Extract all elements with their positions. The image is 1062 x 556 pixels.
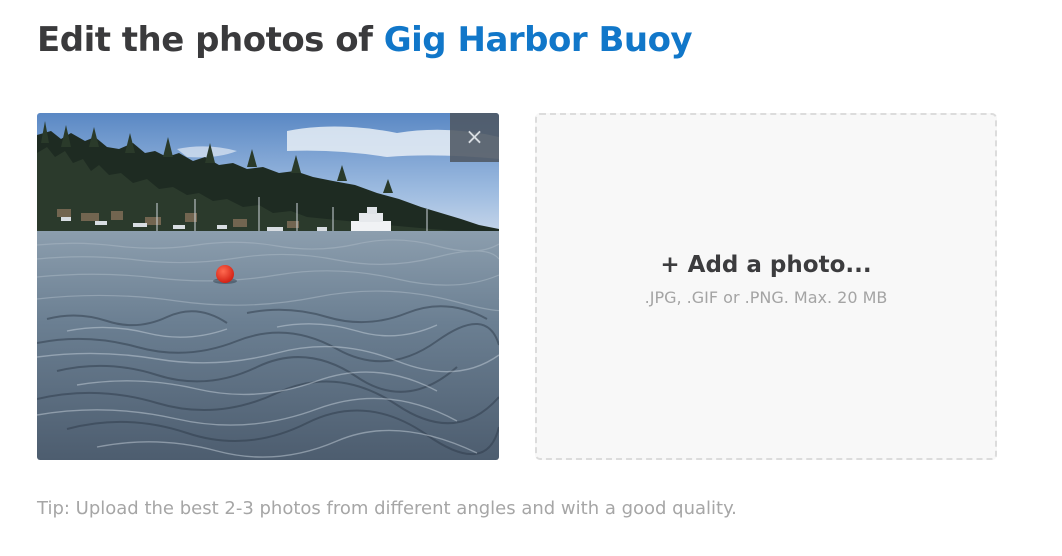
place-name-link[interactable]: Gig Harbor Buoy <box>384 20 693 60</box>
page-title: Edit the photos of Gig Harbor Buoy <box>37 20 693 60</box>
add-photo-dropzone[interactable]: + Add a photo... .JPG, .GIF or .PNG. Max… <box>535 113 997 460</box>
upload-tip: Tip: Upload the best 2-3 photos from dif… <box>37 498 737 519</box>
photo-card: × <box>37 113 499 460</box>
file-format-hint: .JPG, .GIF or .PNG. Max. 20 MB <box>644 288 888 307</box>
add-photo-label: + Add a photo... <box>660 252 872 278</box>
close-icon: × <box>465 125 484 150</box>
buoy <box>216 265 234 283</box>
remove-photo-button[interactable]: × <box>450 113 499 162</box>
uploaded-photo <box>37 113 499 460</box>
page-title-prefix: Edit the photos of <box>37 20 384 60</box>
